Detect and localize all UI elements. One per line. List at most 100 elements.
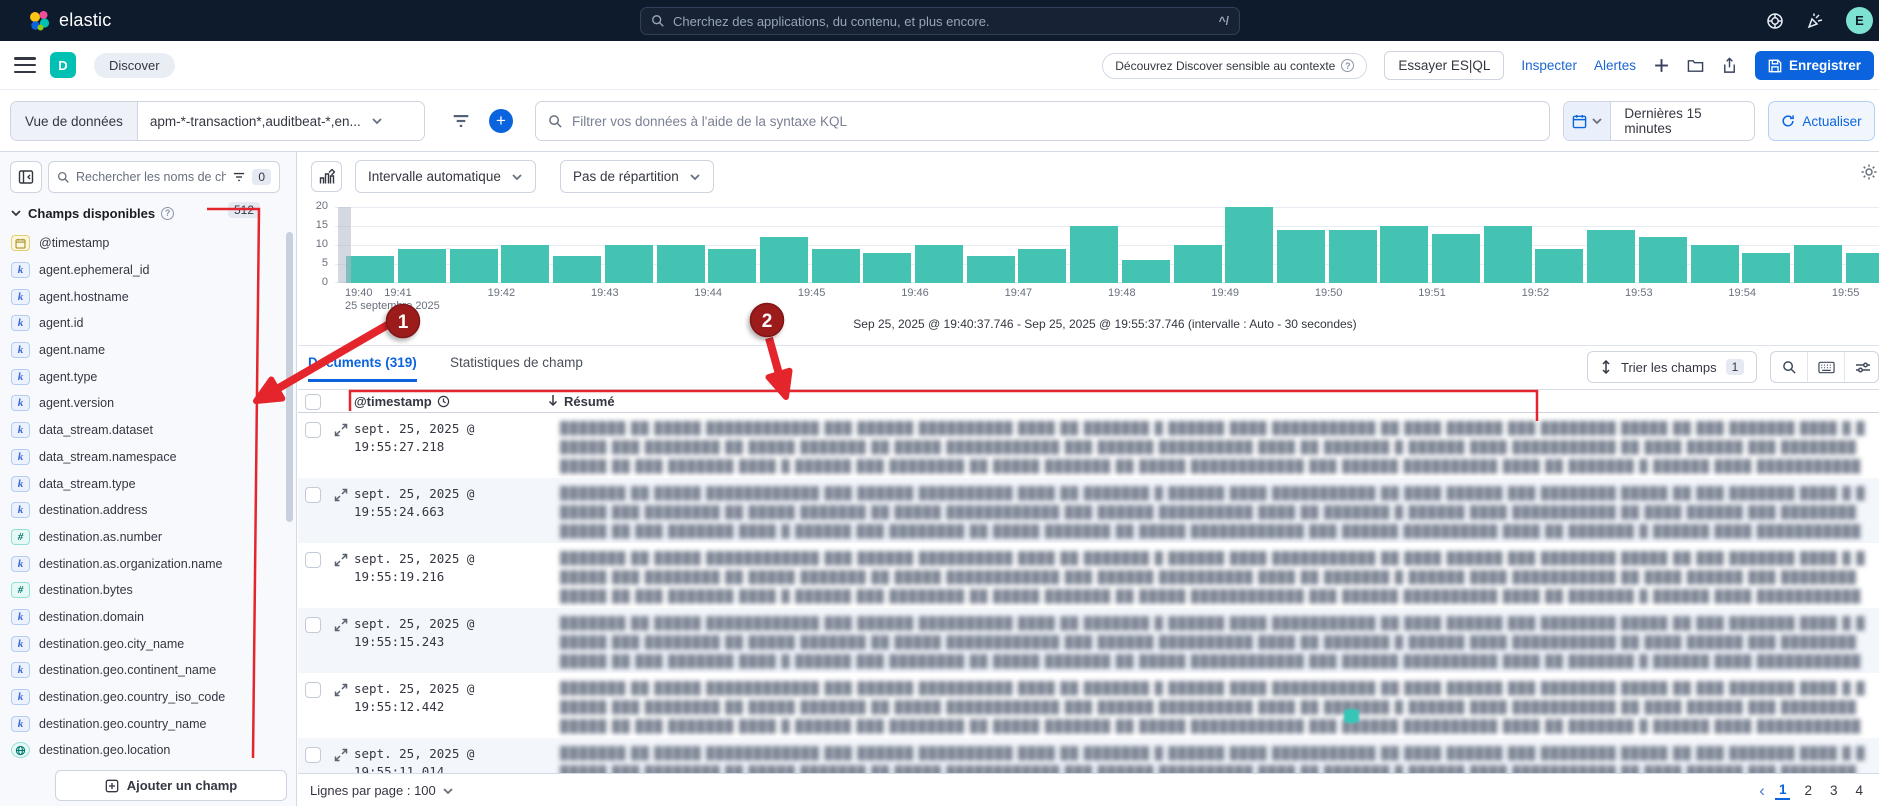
expand-document-icon[interactable]	[334, 748, 348, 762]
collapse-sidebar-button[interactable]	[10, 161, 42, 193]
sort-fields-button[interactable]: Trier les champs 1	[1587, 351, 1757, 383]
field-item[interactable]: kdata_stream.namespace	[0, 444, 283, 471]
select-all-checkbox[interactable]	[305, 394, 321, 410]
global-search-box[interactable]: ^/	[640, 7, 1240, 35]
keyboard-icon[interactable]	[1808, 352, 1845, 382]
row-checkbox[interactable]	[305, 747, 321, 763]
histogram-bar[interactable]	[708, 249, 756, 283]
histogram-bar[interactable]	[398, 249, 446, 283]
histogram-bar[interactable]	[1380, 226, 1428, 283]
table-row[interactable]: sept. 25, 2025 @ 19:55:15.243███████ ██ …	[298, 608, 1879, 673]
histogram-bar[interactable]	[346, 256, 394, 283]
tab-field-statistics[interactable]: Statistiques de champ	[450, 355, 583, 370]
histogram-bar[interactable]	[1122, 260, 1170, 283]
field-search-input[interactable]	[76, 170, 226, 184]
expand-document-icon[interactable]	[334, 423, 348, 437]
field-item[interactable]: #destination.bytes	[0, 577, 283, 604]
share-icon[interactable]	[1721, 57, 1738, 74]
histogram-bar[interactable]	[1277, 230, 1325, 283]
histogram-bar[interactable]	[553, 256, 601, 283]
field-item[interactable]: kdestination.geo.country_iso_code	[0, 684, 283, 711]
alerts-link[interactable]: Alertes	[1594, 58, 1636, 73]
plus-icon[interactable]	[1653, 57, 1670, 74]
field-item[interactable]: kdestination.as.organization.name	[0, 550, 283, 577]
histogram-bar[interactable]	[605, 245, 653, 283]
sort-descending-icon[interactable]	[546, 393, 560, 407]
kql-search-bar[interactable]	[535, 101, 1550, 141]
field-item[interactable]: kdestination.geo.continent_name	[0, 657, 283, 684]
column-header-summary[interactable]: Résumé	[564, 394, 615, 409]
row-checkbox[interactable]	[305, 487, 321, 503]
sidebar-scrollbar[interactable]	[286, 232, 293, 662]
histogram-bar[interactable]	[1691, 245, 1739, 283]
rows-per-page-control[interactable]: Lignes par page : 100	[310, 783, 454, 798]
tab-documents[interactable]: Documents (319)	[308, 355, 417, 382]
field-item[interactable]: kdestination.geo.city_name	[0, 630, 283, 657]
breadcrumb[interactable]: Discover	[94, 53, 175, 78]
inspect-link[interactable]: Inspecter	[1521, 58, 1577, 73]
expand-document-icon[interactable]	[334, 488, 348, 502]
filter-fields-icon[interactable]	[232, 171, 246, 183]
histogram-chart[interactable]	[335, 207, 1879, 283]
kql-input-field[interactable]	[572, 114, 1537, 129]
time-range-picker[interactable]: Dernières 15 minutes	[1563, 101, 1755, 141]
row-checkbox[interactable]	[305, 422, 321, 438]
column-header-timestamp[interactable]: @timestamp	[354, 394, 450, 409]
histogram-bar[interactable]	[657, 245, 705, 283]
field-item[interactable]: kagent.hostname	[0, 283, 283, 310]
global-search-input[interactable]	[673, 14, 1211, 29]
table-row[interactable]: sept. 25, 2025 @ 19:55:12.442███████ ██ …	[298, 673, 1879, 738]
menu-icon[interactable]	[14, 55, 36, 75]
add-filter-button[interactable]: +	[489, 109, 513, 133]
elastic-brand[interactable]: elastic	[28, 0, 111, 41]
breakdown-dropdown[interactable]: Pas de répartition	[560, 160, 714, 193]
expand-document-icon[interactable]	[334, 618, 348, 632]
histogram-bar[interactable]	[1018, 249, 1066, 283]
histogram-bar[interactable]	[812, 249, 860, 283]
add-field-button[interactable]: Ajouter un champ	[55, 770, 287, 801]
field-item[interactable]: kdestination.geo.country_name	[0, 710, 283, 737]
histogram-bar[interactable]	[1846, 253, 1879, 283]
chart-options-gear-icon[interactable]	[1860, 163, 1878, 181]
table-row[interactable]: sept. 25, 2025 @ 19:55:19.216███████ ██ …	[298, 543, 1879, 608]
field-item[interactable]: kdestination.domain	[0, 604, 283, 631]
search-in-table-icon[interactable]	[1771, 352, 1808, 382]
histogram-bar[interactable]	[1070, 226, 1118, 283]
row-checkbox[interactable]	[305, 682, 321, 698]
expand-document-icon[interactable]	[334, 553, 348, 567]
page-number-4[interactable]: 4	[1851, 782, 1867, 799]
histogram-bar[interactable]	[1484, 226, 1532, 283]
previous-page-button[interactable]: ‹	[1759, 782, 1765, 799]
row-checkbox[interactable]	[305, 552, 321, 568]
histogram-bar[interactable]	[1432, 234, 1480, 283]
field-item[interactable]: kdata_stream.type	[0, 470, 283, 497]
histogram-bar[interactable]	[1174, 245, 1222, 283]
display-options-icon[interactable]	[1845, 352, 1879, 382]
field-item[interactable]: kdestination.address	[0, 497, 283, 524]
histogram-bar[interactable]	[1794, 245, 1842, 283]
table-row[interactable]: sept. 25, 2025 @ 19:55:27.218███████ ██ …	[298, 413, 1879, 478]
try-esql-button[interactable]: Essayer ES|QL	[1384, 51, 1504, 80]
interval-dropdown[interactable]: Intervalle automatique	[355, 160, 536, 193]
folder-icon[interactable]	[1687, 57, 1704, 74]
field-item[interactable]: destination.geo.location	[0, 737, 283, 764]
page-number-2[interactable]: 2	[1800, 782, 1816, 799]
user-avatar[interactable]: E	[1846, 7, 1873, 34]
histogram-bar[interactable]	[1329, 230, 1377, 283]
histogram-bar[interactable]	[1535, 249, 1583, 283]
histogram-bar[interactable]	[915, 245, 963, 283]
histogram-bar[interactable]	[501, 245, 549, 283]
histogram-bar[interactable]	[1225, 207, 1273, 283]
context-awareness-pill[interactable]: Découvrez Discover sensible au contexte …	[1102, 53, 1367, 79]
histogram-bar[interactable]	[760, 237, 808, 283]
refresh-button[interactable]: Actualiser	[1768, 101, 1875, 141]
field-item[interactable]: kdata_stream.dataset	[0, 417, 283, 444]
histogram-bar[interactable]	[450, 249, 498, 283]
page-number-3[interactable]: 3	[1826, 782, 1842, 799]
histogram-bar[interactable]	[1639, 237, 1687, 283]
newsfeed-icon[interactable]	[1806, 12, 1824, 30]
save-button[interactable]: Enregistrer	[1755, 51, 1874, 80]
histogram-bar[interactable]	[1742, 253, 1790, 283]
field-item[interactable]: @timestamp	[0, 230, 283, 257]
available-fields-header[interactable]: Champs disponibles ? 512	[10, 202, 287, 224]
